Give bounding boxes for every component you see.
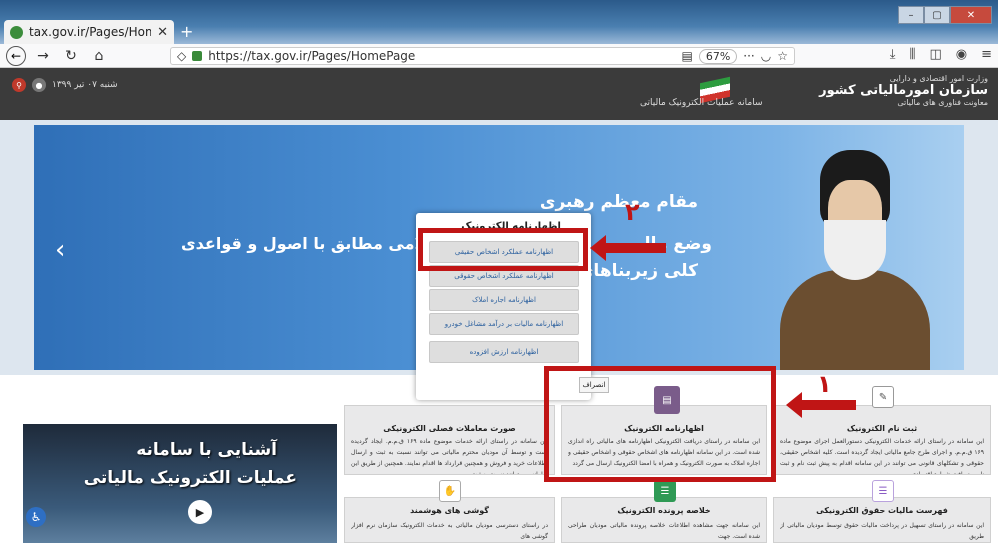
window-close-button[interactable]: ✕ — [950, 6, 992, 24]
annotation-box-2 — [418, 228, 588, 271]
bookmark-star-icon[interactable]: ☆ — [777, 49, 788, 63]
card-seasonal-title: صورت معاملات فصلی الکترونیکی — [383, 424, 516, 433]
card-smartphone-desc: در راستای دسترسی مودیان مالیاتی به خدمات… — [351, 522, 548, 540]
annotation-number-2: ۲ — [625, 198, 640, 226]
reader-view-icon[interactable]: ▤ — [682, 49, 693, 63]
card-seasonal[interactable]: صورت معاملات فصلی الکترونیکی این سامانه … — [344, 405, 555, 475]
browser-tab[interactable]: tax.gov.ir/Pages/HomePage ✕ — [4, 20, 174, 44]
salary-list-icon: ☰ — [872, 480, 894, 502]
card-summary[interactable]: ☰ خلاصه پرونده الکترونیک این سامانه جهت … — [561, 480, 767, 543]
option-value-added[interactable]: اظهارنامه ارزش افزوده — [429, 341, 579, 363]
slider-prev-arrow-icon[interactable]: ‹ — [55, 235, 65, 265]
leader-portrait — [780, 140, 930, 370]
video-title-line-1: آشنایی با سامانه — [136, 440, 277, 460]
sidebar-icon[interactable]: ◫ — [929, 47, 941, 62]
tab-close-icon[interactable]: ✕ — [157, 25, 168, 40]
forward-button[interactable]: → — [32, 48, 54, 64]
video-title-line-2: عملیات الکترونیک مالیاتی — [83, 468, 297, 488]
page-actions-icon[interactable]: ··· — [743, 49, 754, 63]
zoom-level[interactable]: 67% — [698, 48, 738, 64]
new-tab-button[interactable]: + — [180, 22, 193, 41]
card-register-desc: این سامانه در راستای ارائه خدمات الکترون… — [780, 438, 984, 474]
shield-icon[interactable]: ◇ — [177, 49, 186, 63]
option-property-rental[interactable]: اظهارنامه اجاره املاک — [429, 289, 579, 311]
window-controls: – ▢ ✕ — [898, 6, 992, 24]
maximize-button[interactable]: ▢ — [924, 6, 950, 24]
card-summary-desc: این سامانه جهت مشاهده اطلاعات خلاصه پرون… — [568, 522, 760, 540]
option-vehicle-business[interactable]: اظهارنامه مالیات بر درآمد مشاغل خودرو — [429, 313, 579, 335]
search-icon[interactable]: ⚲ — [12, 78, 26, 92]
library-icon[interactable]: ⫼ — [909, 47, 915, 62]
annotation-number-1: ۱ — [817, 370, 832, 398]
toolbar-right: ⤓ ⫼ ◫ ◉ ≡ — [890, 47, 992, 62]
site-header: ⚲ ● شنبه ۰۷ تیر ۱۳۹۹ سامانه عملیات الکتر… — [0, 68, 998, 120]
annotation-arrow-1-icon — [786, 392, 856, 418]
card-salary-desc: این سامانه در راستای تسهیل در پرداخت مال… — [780, 522, 984, 540]
card-smartphone-title: گوشی های هوشمند — [410, 506, 489, 515]
card-summary-title: خلاصه پرونده الکترونیک — [617, 506, 711, 515]
header-tools: ⚲ ● شنبه ۰۷ تیر ۱۳۹۹ — [12, 78, 118, 92]
tab-title: tax.gov.ir/Pages/HomePage — [29, 25, 152, 39]
card-register[interactable]: ✎ ثبت نام الکترونیک این سامانه در راستای… — [773, 386, 991, 475]
banner-line-1: مقام معظم رهبری — [539, 192, 698, 212]
deputy-name: معاونت فناوری های مالیاتی — [897, 98, 988, 107]
annotation-arrow-2-icon — [590, 235, 666, 261]
register-form-icon: ✎ — [872, 386, 894, 408]
play-icon[interactable]: ▶ — [188, 500, 212, 524]
reload-button[interactable]: ↻ — [60, 48, 82, 64]
browser-nav-bar: ← → ↻ ⌂ ◇ https://tax.gov.ir/Pages/HomeP… — [0, 44, 998, 68]
browser-tab-bar: tax.gov.ir/Pages/HomePage ✕ + – ▢ ✕ — [0, 0, 998, 44]
account-icon[interactable]: ◉ — [956, 47, 967, 62]
annotation-box-1 — [544, 366, 776, 482]
card-salary-title: فهرست مالیات حقوق الکترونیکی — [816, 506, 948, 515]
menu-icon[interactable]: ≡ — [981, 47, 992, 62]
address-bar[interactable]: ◇ https://tax.gov.ir/Pages/HomePage ▤ 67… — [170, 47, 795, 65]
card-smartphone[interactable]: ✋ گوشی های هوشمند در راستای دسترسی مودیا… — [344, 480, 555, 543]
org-brand[interactable]: وزارت امور اقتصادی و دارایی سازمان امورم… — [819, 74, 988, 107]
lock-icon[interactable] — [192, 51, 203, 61]
header-date: شنبه ۰۷ تیر ۱۳۹۹ — [52, 80, 118, 90]
user-icon[interactable]: ● — [32, 78, 46, 92]
back-button[interactable]: ← — [6, 45, 26, 66]
file-summary-icon: ☰ — [654, 480, 676, 502]
card-seasonal-desc: این سامانه در راستای ارائه خدمات موضوع م… — [351, 438, 548, 474]
system-title: سامانه عملیات الکترونیک مالیاتی — [640, 98, 763, 108]
pocket-icon[interactable]: ◡ — [761, 49, 771, 63]
minimize-button[interactable]: – — [898, 6, 924, 24]
url-text[interactable]: https://tax.gov.ir/Pages/HomePage — [208, 49, 675, 63]
home-button[interactable]: ⌂ — [88, 48, 110, 64]
smartphone-icon: ✋ — [439, 480, 461, 502]
accessibility-icon[interactable]: ♿ — [26, 507, 46, 527]
downloads-icon[interactable]: ⤓ — [890, 47, 896, 62]
ministry-name: وزارت امور اقتصادی و دارایی — [889, 74, 988, 83]
site-favicon-icon — [10, 25, 23, 39]
card-register-title: ثبت نام الکترونیک — [846, 424, 918, 433]
intro-video-panel[interactable]: آشنایی با سامانه عملیات الکترونیک مالیات… — [23, 424, 337, 543]
card-salary[interactable]: ☰ فهرست مالیات حقوق الکترونیکی این سامان… — [773, 480, 991, 543]
org-name: سازمان امورمالیاتی کشور — [819, 83, 988, 98]
